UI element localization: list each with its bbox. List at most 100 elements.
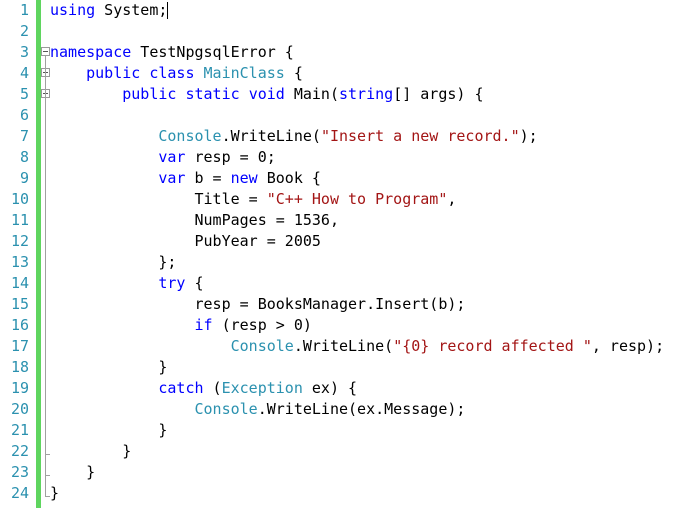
code-token: } xyxy=(50,421,168,439)
line-number-gutter: 1 2 3 4 5 6 7 8 9 10 11 12 13 14 15 16 17 18 19 20 21 22 23 24 xyxy=(0,0,34,515)
line-number: 22 xyxy=(10,442,29,460)
line-number: 18 xyxy=(10,358,29,376)
code-line[interactable]: var resp = 0; xyxy=(50,147,276,168)
code-line[interactable]: Console.WriteLine("Insert a new record."… xyxy=(50,126,537,147)
code-line[interactable]: } xyxy=(50,462,95,483)
code-token: NumPages = 1536, xyxy=(50,211,339,229)
collapse-box-icon[interactable] xyxy=(41,47,50,56)
code-token: TestNpgsqlError { xyxy=(131,43,294,61)
code-line[interactable]: using System; xyxy=(50,0,167,21)
code-token: ex) { xyxy=(302,379,358,397)
code-token: { xyxy=(185,274,204,292)
line-number: 14 xyxy=(10,274,29,292)
keyword-token: public xyxy=(122,85,177,103)
code-line[interactable]: var b = new Book { xyxy=(50,168,321,189)
keyword-token: void xyxy=(248,85,285,103)
code-token: Book { xyxy=(257,169,321,187)
string-token: "{0} record affected " xyxy=(393,337,592,355)
code-token: PubYear = 2005 xyxy=(50,232,321,250)
code-line[interactable]: NumPages = 1536, xyxy=(50,210,339,231)
fold-guide-line xyxy=(45,56,46,496)
code-line[interactable]: namespace TestNpgsqlError { xyxy=(50,42,294,63)
keyword-token: using xyxy=(50,1,96,19)
line-number: 23 xyxy=(10,463,29,481)
code-token: resp = 0; xyxy=(185,148,276,166)
code-line[interactable]: if (resp > 0) xyxy=(50,315,312,336)
code-token: } xyxy=(50,442,132,460)
keyword-token: catch xyxy=(158,379,204,397)
code-line[interactable]: Title = "C++ How to Program", xyxy=(50,189,456,210)
code-token: resp = BooksManager.Insert(b); xyxy=(50,295,466,313)
line-number: 12 xyxy=(10,232,29,250)
line-number: 24 xyxy=(10,484,29,502)
type-token: Console xyxy=(194,400,258,418)
code-token: [] args) { xyxy=(393,85,484,103)
keyword-token: if xyxy=(194,316,213,334)
code-token: .WriteLine( xyxy=(221,127,321,145)
code-token: ( xyxy=(203,379,222,397)
line-number: 1 xyxy=(19,1,29,19)
code-line[interactable]: try { xyxy=(50,273,204,294)
code-line[interactable]: public static void Main(string[] args) { xyxy=(50,84,484,105)
line-number: 4 xyxy=(19,64,29,82)
string-token: "Insert a new record." xyxy=(320,127,520,145)
keyword-token: namespace xyxy=(50,43,132,61)
line-number: 5 xyxy=(19,85,29,103)
keyword-token: public xyxy=(86,64,141,82)
code-line[interactable]: catch (Exception ex) { xyxy=(50,378,357,399)
code-line[interactable]: }; xyxy=(50,252,176,273)
code-line[interactable]: } xyxy=(50,420,167,441)
keyword-token: static xyxy=(185,85,240,103)
code-token: .WriteLine( xyxy=(293,337,394,355)
code-token: }; xyxy=(50,253,177,271)
line-number: 13 xyxy=(10,253,29,271)
code-token: } xyxy=(50,484,60,502)
line-number: 8 xyxy=(19,148,29,166)
code-line[interactable]: } xyxy=(50,483,59,504)
keyword-token: var xyxy=(158,169,186,187)
code-line[interactable]: PubYear = 2005 xyxy=(50,231,321,252)
code-editor[interactable]: 1 2 3 4 5 6 7 8 9 10 11 12 13 14 15 16 17 18 19 20 21 22 23 24 … xyxy=(0,0,676,515)
keyword-token: new xyxy=(230,169,258,187)
line-number: 21 xyxy=(10,421,29,439)
code-line[interactable]: } xyxy=(50,357,167,378)
type-token: MainClass xyxy=(203,64,285,82)
line-number: 9 xyxy=(19,169,29,187)
line-number: 17 xyxy=(10,337,29,355)
line-number: 11 xyxy=(10,211,29,229)
code-token: } xyxy=(50,463,96,481)
code-line[interactable]: Console.WriteLine(ex.Message); xyxy=(50,399,466,420)
type-token: Console xyxy=(230,337,294,355)
line-number: 15 xyxy=(10,295,29,313)
line-number: 3 xyxy=(19,43,29,61)
line-number: 2 xyxy=(19,22,29,40)
code-line[interactable]: Console.WriteLine("{0} record affected "… xyxy=(50,336,665,357)
code-token: Title = xyxy=(50,190,267,208)
code-token: System; xyxy=(95,1,168,19)
code-line[interactable]: } xyxy=(50,441,131,462)
code-token: , resp); xyxy=(591,337,665,355)
line-number: 20 xyxy=(10,400,29,418)
code-token: b = xyxy=(185,169,231,187)
code-token: (resp > 0) xyxy=(212,316,312,334)
text-caret xyxy=(167,2,168,19)
code-token: Main( xyxy=(284,85,339,103)
keyword-token: class xyxy=(149,64,195,82)
type-token: Console xyxy=(158,127,222,145)
keyword-token: var xyxy=(158,148,186,166)
line-number: 6 xyxy=(19,106,29,124)
code-token: .WriteLine(ex.Message); xyxy=(257,400,466,418)
code-line[interactable]: resp = BooksManager.Insert(b); xyxy=(50,294,465,315)
code-line[interactable]: public class MainClass { xyxy=(50,63,303,84)
